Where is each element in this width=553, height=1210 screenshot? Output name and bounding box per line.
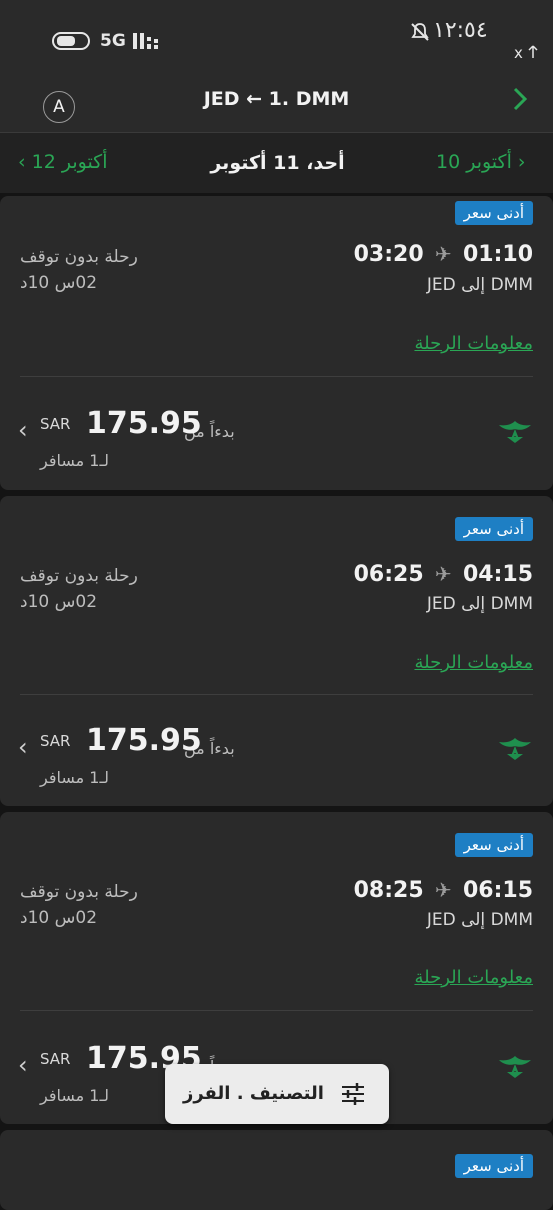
sort-filter-button[interactable]: التصنيف . الفرز xyxy=(165,1064,389,1124)
saudia-logo-icon xyxy=(497,1052,533,1080)
divider xyxy=(20,1010,533,1011)
date-selector: ‹ 12 أكتوبر أحد، 11 أكتوبر 10 أكتوبر › xyxy=(0,133,553,193)
duration-label: 02س 10د xyxy=(20,592,98,612)
flight-info-link[interactable]: معلومات الرحلة xyxy=(414,967,533,988)
prev-date-button[interactable]: 10 أكتوبر › xyxy=(436,151,526,173)
plane-icon: ✈ xyxy=(434,878,452,902)
nonstop-label: رحلة بدون توقف xyxy=(20,566,138,586)
duration-label: 02س 10د xyxy=(20,273,98,293)
battery-icon xyxy=(52,32,90,50)
chevron-right-icon: › xyxy=(511,151,526,173)
chevron-left-icon[interactable]: ‹ xyxy=(18,1051,28,1079)
route-text: DMM إلى JED xyxy=(426,594,533,614)
nonstop-label: رحلة بدون توقف xyxy=(20,247,138,267)
clock: ١٢:٥٤ xyxy=(433,18,488,43)
status-bar: 5G ١٢:٥٤ x xyxy=(0,0,553,70)
plane-icon: ✈ xyxy=(434,562,452,586)
chevron-left-icon: ‹ xyxy=(18,151,32,173)
departure-time: 01:10 xyxy=(462,242,533,267)
upload-icon xyxy=(527,44,539,58)
prev-date-label: 10 أكتوبر xyxy=(436,151,512,173)
route-text: DMM إلى JED xyxy=(426,275,533,295)
lowest-price-badge: أدنى سعر xyxy=(454,833,533,857)
divider xyxy=(20,694,533,695)
lowest-price-badge: أدنى سعر xyxy=(454,201,533,225)
filter-sliders-icon xyxy=(340,1082,366,1106)
next-date-label: 12 أكتوبر xyxy=(31,151,108,173)
plane-icon: ✈ xyxy=(434,242,452,266)
route-text: DMM إلى JED xyxy=(426,910,533,930)
flight-card[interactable]: أدنى سعر 06:25 ✈ 04:15 DMM إلى JED رحلة … xyxy=(0,496,553,806)
flight-info-link[interactable]: معلومات الرحلة xyxy=(414,333,533,354)
flight-times: 03:20 ✈ 01:10 xyxy=(354,242,533,267)
flight-card[interactable]: أدنى سعر 03:20 ✈ 01:10 DMM إلى JED رحلة … xyxy=(0,196,553,490)
lowest-price-badge: أدنى سعر xyxy=(454,517,533,541)
departure-time: 06:15 xyxy=(462,878,533,903)
flight-card[interactable]: أدنى سعر xyxy=(0,1130,553,1210)
saudia-logo-icon xyxy=(497,734,533,762)
currency: SAR xyxy=(40,415,71,433)
flight-times: 06:25 ✈ 04:15 xyxy=(354,562,533,587)
close-icon[interactable]: x xyxy=(514,44,523,62)
nonstop-label: رحلة بدون توقف xyxy=(20,882,138,902)
arrival-time: 08:25 xyxy=(353,878,424,903)
saudia-logo-icon xyxy=(497,417,533,445)
forward-chevron-icon[interactable] xyxy=(510,86,530,112)
flight-info-link[interactable]: معلومات الرحلة xyxy=(414,652,533,673)
network-label: 5G xyxy=(100,31,126,51)
currency: SAR xyxy=(40,1050,71,1068)
app-header: A JED ← 1. DMM xyxy=(0,70,553,133)
price: 175.95 xyxy=(86,723,202,758)
departure-time: 04:15 xyxy=(462,562,533,587)
chevron-left-icon[interactable]: ‹ xyxy=(18,416,28,444)
passenger-count: لـ1 مسافر xyxy=(40,451,110,470)
route-title: JED ← 1. DMM xyxy=(203,88,350,110)
divider xyxy=(20,376,533,377)
duration-label: 02س 10د xyxy=(20,908,98,928)
current-date: أحد، 11 أكتوبر xyxy=(210,152,345,174)
flight-times: 08:25 ✈ 06:15 xyxy=(354,878,533,903)
passenger-count: لـ1 مسافر xyxy=(40,768,110,787)
arrival-time: 03:20 xyxy=(353,242,424,267)
passenger-count: لـ1 مسافر xyxy=(40,1086,110,1105)
next-date-button[interactable]: ‹ 12 أكتوبر xyxy=(18,151,108,173)
lowest-price-badge: أدنى سعر xyxy=(454,1154,533,1178)
price: 175.95 xyxy=(86,406,202,441)
signal-icon xyxy=(133,31,163,51)
chevron-left-icon[interactable]: ‹ xyxy=(18,733,28,761)
currency: SAR xyxy=(40,732,71,750)
arrival-time: 06:25 xyxy=(353,562,424,587)
sort-filter-label: التصنيف . الفرز xyxy=(183,1083,324,1104)
mute-icon xyxy=(410,22,430,42)
